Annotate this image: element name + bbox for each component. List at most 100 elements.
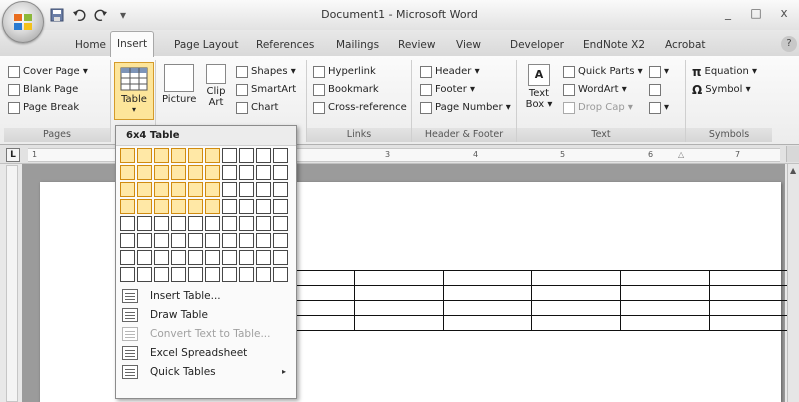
grid-cell[interactable] xyxy=(188,233,203,248)
table-cell[interactable] xyxy=(442,315,533,331)
table-cell[interactable] xyxy=(620,315,711,331)
grid-cell[interactable] xyxy=(273,148,288,163)
grid-cell[interactable] xyxy=(171,199,186,214)
table-cell[interactable] xyxy=(620,300,711,316)
grid-cell[interactable] xyxy=(239,182,254,197)
grid-cell[interactable] xyxy=(120,216,135,231)
grid-cell[interactable] xyxy=(154,165,169,180)
tab-developer[interactable]: Developer xyxy=(510,35,564,55)
object-button[interactable]: ▾ xyxy=(649,100,669,116)
table-cell[interactable] xyxy=(353,270,444,286)
grid-cell[interactable] xyxy=(256,148,271,163)
grid-cell[interactable] xyxy=(222,165,237,180)
grid-cell[interactable] xyxy=(188,216,203,231)
grid-cell[interactable] xyxy=(273,233,288,248)
table-cell[interactable] xyxy=(709,270,799,286)
excel-spreadsheet-menu-item[interactable]: Excel Spreadsheet xyxy=(116,343,296,362)
grid-cell[interactable] xyxy=(137,199,152,214)
equation-button[interactable]: π Equation ▾ xyxy=(692,64,757,80)
chart-button[interactable]: Chart xyxy=(236,100,278,116)
table-cell[interactable] xyxy=(353,300,444,316)
tab-references[interactable]: References xyxy=(256,35,314,55)
grid-cell[interactable] xyxy=(273,216,288,231)
grid-cell[interactable] xyxy=(188,250,203,265)
tab-home[interactable]: Home xyxy=(75,35,106,55)
cross-reference-button[interactable]: Cross-reference xyxy=(313,100,407,116)
maximize-button[interactable]: □ xyxy=(743,4,769,22)
table-cell[interactable] xyxy=(620,270,711,286)
bookmark-button[interactable]: Bookmark xyxy=(313,82,379,98)
grid-cell[interactable] xyxy=(222,267,237,282)
grid-cell[interactable] xyxy=(205,148,220,163)
grid-cell[interactable] xyxy=(171,148,186,163)
grid-cell[interactable] xyxy=(205,216,220,231)
grid-cell[interactable] xyxy=(171,182,186,197)
help-icon[interactable]: ? xyxy=(781,36,797,52)
grid-cell[interactable] xyxy=(239,250,254,265)
grid-cell[interactable] xyxy=(120,233,135,248)
text-box-button[interactable]: A Text Box ▾ xyxy=(525,64,553,110)
grid-cell[interactable] xyxy=(273,199,288,214)
grid-cell[interactable] xyxy=(205,233,220,248)
grid-cell[interactable] xyxy=(222,250,237,265)
grid-cell[interactable] xyxy=(239,199,254,214)
grid-cell[interactable] xyxy=(154,148,169,163)
grid-cell[interactable] xyxy=(137,182,152,197)
table-cell[interactable] xyxy=(709,300,799,316)
grid-cell[interactable] xyxy=(239,148,254,163)
tab-mailings[interactable]: Mailings xyxy=(336,35,379,55)
quick-parts-button[interactable]: Quick Parts ▾ xyxy=(563,64,643,80)
grid-cell[interactable] xyxy=(120,148,135,163)
grid-cell[interactable] xyxy=(171,216,186,231)
picture-button[interactable]: Picture xyxy=(162,64,196,105)
grid-cell[interactable] xyxy=(273,182,288,197)
grid-cell[interactable] xyxy=(256,216,271,231)
grid-cell[interactable] xyxy=(188,148,203,163)
wordart-button[interactable]: WordArt ▾ xyxy=(563,82,627,98)
grid-cell[interactable] xyxy=(273,165,288,180)
grid-cell[interactable] xyxy=(188,182,203,197)
tab-page-layout[interactable]: Page Layout xyxy=(174,35,238,55)
right-indent-marker-icon[interactable]: △ xyxy=(678,149,685,161)
grid-cell[interactable] xyxy=(120,250,135,265)
grid-cell[interactable] xyxy=(222,199,237,214)
grid-cell[interactable] xyxy=(205,165,220,180)
table-cell[interactable] xyxy=(531,315,622,331)
vertical-scrollbar[interactable]: ▲ xyxy=(787,164,799,402)
tab-view[interactable]: View xyxy=(456,35,481,55)
grid-cell[interactable] xyxy=(188,267,203,282)
table-cell[interactable] xyxy=(353,315,444,331)
grid-cell[interactable] xyxy=(273,250,288,265)
table-cell[interactable] xyxy=(709,285,799,301)
grid-cell[interactable] xyxy=(171,233,186,248)
grid-cell[interactable] xyxy=(120,267,135,282)
table-cell[interactable] xyxy=(353,285,444,301)
date-time-button[interactable] xyxy=(649,82,661,98)
page-break-button[interactable]: Page Break xyxy=(8,100,79,116)
drop-cap-button[interactable]: Drop Cap ▾ xyxy=(563,100,633,116)
table-cell[interactable] xyxy=(442,270,533,286)
grid-cell[interactable] xyxy=(256,165,271,180)
tab-acrobat[interactable]: Acrobat xyxy=(665,35,706,55)
grid-cell[interactable] xyxy=(256,267,271,282)
signature-line-button[interactable]: ▾ xyxy=(649,64,669,80)
view-ruler-toggle[interactable] xyxy=(786,146,799,162)
grid-cell[interactable] xyxy=(137,267,152,282)
symbol-button[interactable]: Ω Symbol ▾ xyxy=(692,82,751,98)
grid-cell[interactable] xyxy=(154,199,169,214)
tab-selector[interactable]: L xyxy=(6,148,20,162)
grid-cell[interactable] xyxy=(256,182,271,197)
grid-cell[interactable] xyxy=(239,165,254,180)
draw-table-menu-item[interactable]: Draw Table xyxy=(116,305,296,324)
grid-cell[interactable] xyxy=(137,250,152,265)
table-cell[interactable] xyxy=(442,285,533,301)
grid-cell[interactable] xyxy=(205,199,220,214)
grid-cell[interactable] xyxy=(120,165,135,180)
grid-cell[interactable] xyxy=(120,199,135,214)
page-number-button[interactable]: Page Number ▾ xyxy=(420,100,511,116)
minimize-button[interactable]: _ xyxy=(715,4,741,22)
header-button[interactable]: Header ▾ xyxy=(420,64,480,80)
quick-tables-menu-item[interactable]: Quick Tables ▸ xyxy=(116,362,296,381)
hyperlink-button[interactable]: Hyperlink xyxy=(313,64,376,80)
grid-cell[interactable] xyxy=(222,148,237,163)
